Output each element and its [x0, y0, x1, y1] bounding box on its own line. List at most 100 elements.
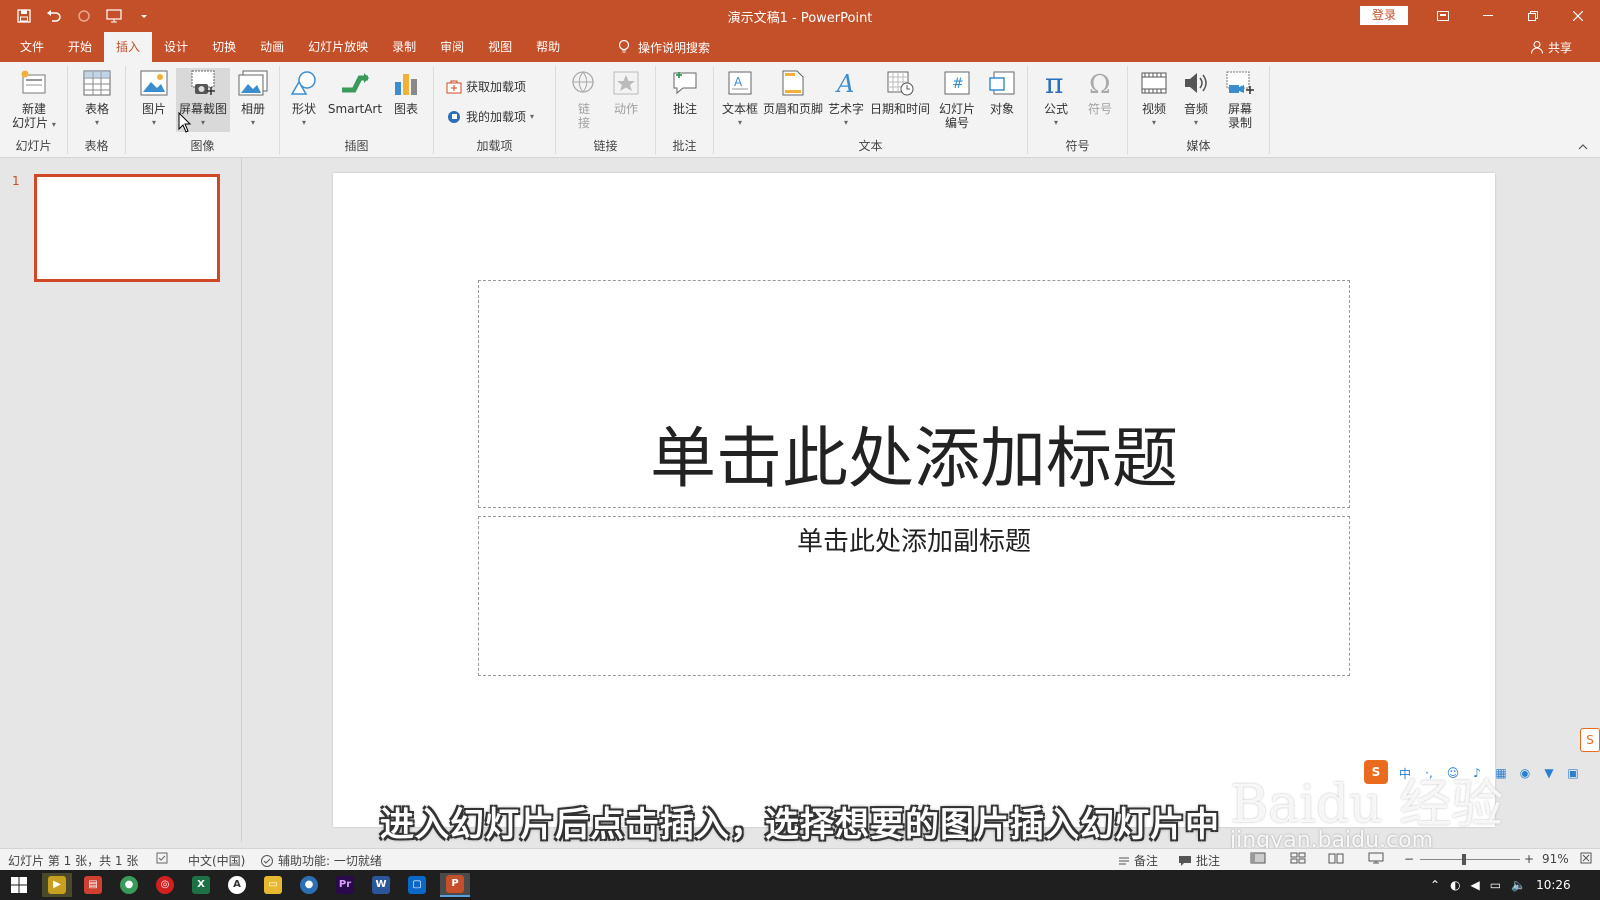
close-icon[interactable]: [1555, 0, 1600, 32]
ime-voice-icon[interactable]: ♪: [1468, 764, 1486, 782]
ribbon-display-icon[interactable]: [1420, 0, 1465, 32]
title-placeholder[interactable]: 单击此处添加标题: [478, 280, 1350, 508]
tray-network-icon[interactable]: ▭: [1490, 878, 1501, 892]
zoom-out-icon[interactable]: −: [1404, 852, 1414, 866]
tray-qq-icon[interactable]: ◐: [1450, 878, 1460, 892]
comment-button[interactable]: 批注: [664, 68, 706, 116]
taskbar-app-explorer-icon[interactable]: ▭: [258, 873, 288, 897]
textbox-button[interactable]: A 文本框 ▾: [720, 68, 760, 130]
taskbar-app-file-icon[interactable]: ▤: [78, 873, 108, 897]
tab-file[interactable]: 文件: [8, 32, 56, 62]
new-slide-button[interactable]: 新建 幻灯片 ▾: [6, 68, 62, 132]
accessibility-status[interactable]: 辅助功能: 一切就绪: [260, 852, 382, 869]
action-button[interactable]: 动作: [606, 68, 646, 116]
table-button[interactable]: 表格 ▾: [76, 68, 118, 130]
zoom-slider[interactable]: [1420, 859, 1520, 860]
taskbar-app-chrome2-icon[interactable]: ●: [294, 873, 324, 897]
windows-start-icon[interactable]: [4, 873, 34, 897]
language-status[interactable]: 中文(中国): [188, 852, 245, 869]
photo-album-button[interactable]: 相册 ▾: [232, 68, 274, 130]
tell-me-search[interactable]: 操作说明搜索: [618, 32, 710, 62]
comments-button[interactable]: 批注: [1178, 852, 1220, 869]
ime-side-icon[interactable]: S: [1580, 728, 1600, 752]
tab-home[interactable]: 开始: [56, 32, 104, 62]
tab-slideshow[interactable]: 幻灯片放映: [296, 32, 380, 62]
tab-review[interactable]: 审阅: [428, 32, 476, 62]
get-addins-button[interactable]: 获取加载项: [446, 78, 526, 95]
subtitle-placeholder[interactable]: 单击此处添加副标题: [478, 516, 1350, 676]
taskbar-app-chrome-icon[interactable]: ●: [114, 873, 144, 897]
screen-recording-button[interactable]: 屏幕 录制: [1218, 68, 1262, 130]
taskbar-app-word-icon[interactable]: W: [366, 873, 396, 897]
taskbar-app-premiere-icon[interactable]: Pr: [330, 873, 360, 897]
fit-to-window-icon[interactable]: [1580, 852, 1592, 864]
spellcheck-icon[interactable]: [156, 852, 168, 864]
comments-icon: [1179, 855, 1191, 866]
reading-view-icon[interactable]: [1328, 852, 1344, 864]
object-button[interactable]: 对象: [982, 68, 1022, 116]
zoom-level-text: 91%: [1542, 852, 1569, 866]
equation-button[interactable]: π 公式 ▾: [1036, 68, 1076, 130]
restore-icon[interactable]: [1510, 0, 1555, 32]
zoom-level[interactable]: 91%: [1542, 852, 1569, 866]
taskbar-app-browser-icon[interactable]: A: [222, 873, 252, 897]
ime-menu-icon[interactable]: ▣: [1564, 764, 1582, 782]
ime-punctuation-icon[interactable]: ·,: [1420, 764, 1438, 782]
puzzle-icon: [448, 110, 460, 123]
taskbar-app-netease-icon[interactable]: ◎: [150, 873, 180, 897]
smartart-label: SmartArt: [327, 102, 383, 116]
taskbar-app-excel-icon[interactable]: X: [186, 873, 216, 897]
share-button[interactable]: 共享: [1530, 32, 1572, 62]
ime-chinese-mode-icon[interactable]: 中: [1396, 764, 1414, 782]
ime-emoji-icon[interactable]: ☺: [1444, 764, 1462, 782]
tray-clock[interactable]: 10:26: [1536, 878, 1571, 892]
tray-chevron-icon[interactable]: ⌃: [1430, 878, 1440, 892]
notes-button[interactable]: 备注: [1118, 852, 1158, 869]
collapse-ribbon-icon[interactable]: [1578, 140, 1588, 154]
sogou-ime-icon[interactable]: S: [1364, 760, 1388, 784]
tab-help[interactable]: 帮助: [524, 32, 572, 62]
wordart-button[interactable]: A 艺术字 ▾: [826, 68, 866, 130]
slide-count-text: 幻灯片 第 1 张，共 1 张: [8, 854, 139, 868]
textbox-label: 文本框: [721, 102, 758, 116]
tab-design[interactable]: 设计: [152, 32, 200, 62]
taskbar-app-outlook-icon[interactable]: ▢: [402, 873, 432, 897]
get-addins-label: 获取加载项: [466, 80, 527, 94]
link-button[interactable]: 链 接: [564, 68, 604, 130]
slideshow-view-icon[interactable]: [1368, 852, 1384, 864]
slide-thumbnail-number: 1: [12, 174, 20, 188]
tab-insert[interactable]: 插入: [104, 32, 153, 62]
taskbar-app-video-editor-icon[interactable]: ▶: [42, 873, 72, 897]
ime-keyboard-icon[interactable]: ▦: [1492, 764, 1510, 782]
tray-flag-icon[interactable]: ◀: [1471, 878, 1480, 892]
chart-button[interactable]: 图表: [386, 68, 426, 116]
tray-volume-icon[interactable]: 🔈: [1511, 878, 1526, 892]
video-button[interactable]: 视频 ▾: [1134, 68, 1174, 130]
header-footer-button[interactable]: 页眉和页脚: [762, 68, 824, 116]
slide-count-status: 幻灯片 第 1 张，共 1 张: [8, 852, 138, 869]
shapes-button[interactable]: 形状 ▾: [286, 68, 322, 130]
wordart-icon: A: [831, 68, 861, 98]
ime-skin-icon[interactable]: ▼: [1540, 764, 1558, 782]
zoom-in-icon[interactable]: +: [1524, 852, 1534, 866]
datetime-button[interactable]: 日期和时间: [868, 68, 932, 116]
zoom-slider-thumb[interactable]: [1462, 854, 1466, 865]
audio-button[interactable]: 音频 ▾: [1176, 68, 1216, 130]
normal-view-icon[interactable]: [1250, 852, 1266, 864]
slide-thumbnail-1[interactable]: [34, 174, 220, 282]
login-button[interactable]: 登录: [1360, 6, 1408, 25]
tab-animations[interactable]: 动画: [248, 32, 296, 62]
my-addins-button[interactable]: 我的加载项 ▾: [446, 108, 534, 125]
symbol-button[interactable]: Ω 符号: [1080, 68, 1120, 116]
slide-sorter-icon[interactable]: [1290, 852, 1306, 864]
slide-number-button[interactable]: # 幻灯片 编号: [934, 68, 980, 130]
taskbar-app-powerpoint-icon[interactable]: P: [440, 873, 470, 897]
smartart-button[interactable]: SmartArt: [326, 68, 384, 116]
minimize-icon[interactable]: [1465, 0, 1510, 32]
store-icon: [446, 80, 462, 93]
tab-record[interactable]: 录制: [380, 32, 428, 62]
tab-view[interactable]: 视图: [476, 32, 524, 62]
tab-transitions[interactable]: 切换: [200, 32, 248, 62]
ime-user-icon[interactable]: ◉: [1516, 764, 1534, 782]
picture-button[interactable]: 图片 ▾: [134, 68, 174, 130]
